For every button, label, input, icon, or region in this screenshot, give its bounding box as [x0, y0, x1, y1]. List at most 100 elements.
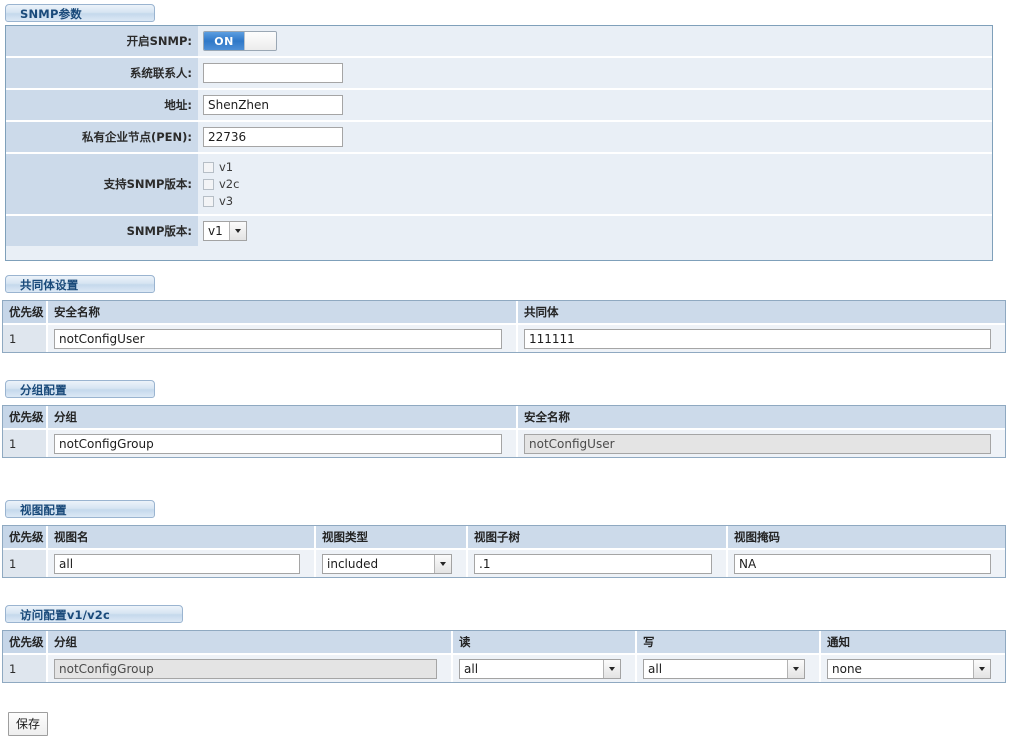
chevron-down-icon[interactable]	[229, 222, 246, 240]
checkbox-v2c-label: v2c	[219, 177, 240, 191]
view-cell-view-type: included	[316, 550, 468, 577]
view-col-view-name: 视图名	[48, 526, 316, 548]
view-cell-priority: 1	[3, 550, 48, 577]
access-cell-notify: none	[821, 655, 1005, 682]
chevron-down-icon[interactable]	[973, 659, 990, 678]
chevron-down-icon[interactable]	[434, 554, 451, 573]
form-row-sys-contact: 系统联系人:	[6, 58, 992, 90]
group-security-name-input	[524, 433, 991, 454]
access-tab-label: 访问配置v1/v2c	[5, 605, 183, 623]
checkbox-v1-icon[interactable]	[203, 161, 214, 173]
view-subtree-input[interactable]	[474, 553, 712, 574]
view-cell-view-subtree	[468, 550, 728, 577]
value-address	[198, 90, 992, 120]
label-snmp-version: SNMP版本:	[6, 216, 198, 246]
value-pen	[198, 122, 992, 152]
access-notify-selected-value: none	[832, 661, 862, 676]
pen-input[interactable]	[203, 127, 343, 147]
view-cell-view-mask	[728, 550, 1005, 577]
checkbox-v3-icon[interactable]	[203, 195, 214, 207]
value-snmp-version: v1	[198, 216, 992, 246]
label-sys-contact: 系统联系人:	[6, 58, 198, 88]
access-notify-select[interactable]: none	[827, 658, 991, 679]
form-row-address: 地址:	[6, 90, 992, 122]
view-mask-input[interactable]	[734, 553, 991, 574]
view-table-header: 优先级 视图名 视图类型 视图子树 视图掩码	[3, 526, 1005, 548]
group-col-group: 分组	[48, 406, 518, 428]
value-sys-contact	[198, 58, 992, 88]
access-tab[interactable]: 访问配置v1/v2c	[5, 605, 183, 623]
label-pen: 私有企业节点(PEN):	[6, 122, 198, 152]
snmp-settings-page: SNMP参数 开启SNMP: ON 系统联系人: 地址: 私有	[0, 0, 1011, 736]
form-row-pen: 私有企业节点(PEN):	[6, 122, 992, 154]
enable-snmp-toggle[interactable]: ON	[203, 31, 277, 51]
view-table: 优先级 视图名 视图类型 视图子树 视图掩码 1 included	[2, 525, 1006, 578]
access-read-select[interactable]: all	[459, 658, 621, 679]
access-read-selected-value: all	[464, 661, 479, 676]
checkbox-row-v1[interactable]: v1	[203, 159, 239, 176]
save-button[interactable]: 保存	[8, 712, 49, 736]
table-row: 1	[3, 323, 1005, 352]
snmp-version-select[interactable]: v1	[203, 221, 247, 241]
community-cell-community	[518, 325, 1005, 352]
access-table: 优先级 分组 读 写 通知 1 all all	[2, 630, 1006, 683]
save-button-wrap: 保存	[8, 704, 49, 736]
access-col-priority: 优先级	[3, 631, 48, 653]
view-name-input[interactable]	[54, 553, 300, 574]
community-value-input[interactable]	[524, 328, 991, 349]
group-cell-security-name	[518, 430, 1005, 457]
group-tab-label: 分组配置	[5, 380, 155, 398]
access-write-selected-value: all	[648, 661, 663, 676]
view-tab[interactable]: 视图配置	[5, 500, 155, 518]
address-input[interactable]	[203, 95, 343, 115]
view-col-view-mask: 视图掩码	[734, 530, 780, 544]
form-row-enable-snmp: 开启SNMP: ON	[6, 26, 992, 58]
table-row: 1	[3, 428, 1005, 457]
access-col-write: 写	[637, 631, 821, 653]
checkbox-row-v3[interactable]: v3	[203, 193, 239, 210]
snmp-version-selected-value: v1	[208, 224, 223, 238]
label-address: 地址:	[6, 90, 198, 120]
supported-versions-group: v1 v2c v3	[203, 156, 239, 213]
community-cell-priority: 1	[3, 325, 48, 352]
access-col-read: 读	[453, 631, 637, 653]
view-tab-label: 视图配置	[5, 500, 155, 518]
access-cell-read: all	[453, 655, 637, 682]
snmp-params-tab-label: SNMP参数	[5, 4, 155, 22]
chevron-down-icon[interactable]	[787, 659, 804, 678]
access-cell-priority: 1	[3, 655, 48, 682]
access-col-group: 分组	[48, 631, 453, 653]
access-cell-write: all	[637, 655, 821, 682]
group-tab[interactable]: 分组配置	[5, 380, 155, 398]
group-table: 优先级 分组 安全名称 1	[2, 405, 1006, 458]
view-type-selected-value: included	[327, 556, 379, 571]
community-col-priority: 优先级	[3, 301, 48, 323]
access-write-select[interactable]: all	[643, 658, 805, 679]
group-name-input[interactable]	[54, 433, 502, 454]
chevron-down-icon[interactable]	[603, 659, 620, 678]
sys-contact-input[interactable]	[203, 63, 343, 83]
access-group-input	[54, 658, 437, 679]
toggle-thumb[interactable]	[244, 32, 276, 50]
view-col-view-type: 视图类型	[316, 526, 468, 548]
form-row-supported-versions: 支持SNMP版本: v1 v2c v3	[6, 154, 992, 216]
group-table-header: 优先级 分组 安全名称	[3, 406, 1005, 428]
view-cell-view-name	[48, 550, 316, 577]
checkbox-v2c-icon[interactable]	[203, 178, 214, 190]
access-tab-label-suffix: v1/v2c	[66, 608, 111, 622]
group-col-priority: 优先级	[3, 406, 48, 428]
table-row: 1 all all none	[3, 653, 1005, 682]
form-row-snmp-version: SNMP版本: v1	[6, 216, 992, 246]
community-cell-security-name	[48, 325, 518, 352]
access-cell-group	[48, 655, 453, 682]
community-security-name-input[interactable]	[54, 328, 502, 349]
group-col-security-name: 安全名称	[524, 410, 570, 424]
view-type-select[interactable]: included	[322, 553, 452, 574]
checkbox-row-v2c[interactable]: v2c	[203, 176, 239, 193]
label-enable-snmp: 开启SNMP:	[6, 26, 198, 56]
access-tab-label-main: 访问配置	[20, 608, 67, 622]
toggle-on-label: ON	[204, 32, 244, 50]
snmp-params-tab[interactable]: SNMP参数	[5, 4, 155, 22]
community-tab[interactable]: 共同体设置	[5, 275, 155, 293]
group-cell-priority: 1	[3, 430, 48, 457]
